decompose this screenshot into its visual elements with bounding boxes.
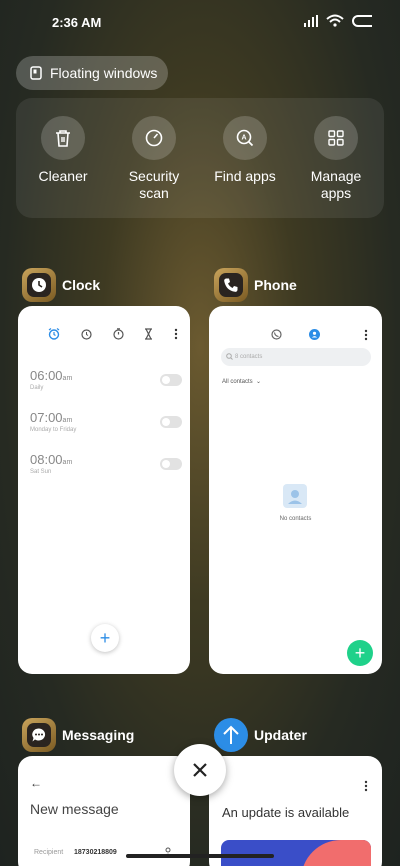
timer-icon[interactable] [144, 328, 153, 340]
recipient-label: Recipient [34, 849, 64, 856]
status-icons [304, 14, 374, 27]
search-app-icon: A [236, 129, 254, 147]
updater-app-name: Updater [254, 727, 307, 743]
floating-windows-label: Floating windows [50, 65, 158, 81]
battery-icon [352, 14, 372, 27]
alarm-toggle[interactable] [160, 458, 182, 470]
recipient-value: 18730218809 [74, 849, 117, 856]
phone-app-card[interactable]: 8 contacts All contacts ⌄ No contacts + [209, 306, 382, 674]
update-available-text: An update is available [222, 805, 350, 820]
clock-app-header[interactable]: Clock [22, 268, 100, 302]
plus-icon: + [99, 627, 111, 648]
phone-icon [224, 278, 238, 292]
message-icon [32, 728, 46, 742]
wifi-icon [326, 14, 344, 27]
alarm-ampm: am [62, 459, 73, 466]
cleaner-label: Cleaner [38, 168, 88, 184]
close-all-button[interactable] [174, 744, 226, 796]
trash-icon [56, 130, 70, 147]
recents-tab-icon[interactable] [271, 329, 282, 340]
security-scan-label: Security scan [128, 168, 180, 201]
chevron-down-icon: ⌄ [254, 379, 262, 385]
contacts-tab-icon[interactable] [309, 329, 320, 340]
alarm-toggle[interactable] [160, 416, 182, 428]
messaging-app-card[interactable]: ← New message Recipient 18730218809 [18, 756, 190, 866]
empty-contacts-text: No contacts [279, 516, 312, 522]
alarm-time: 06:00 [30, 368, 63, 383]
stopwatch-icon[interactable] [112, 328, 124, 340]
quick-actions-panel: Cleaner Security scan A Find apps Manage… [16, 98, 384, 218]
alarm-time: 08:00 [30, 452, 63, 467]
plus-icon: + [354, 642, 366, 663]
alarm-row[interactable]: 08:00am Sat Sun [30, 452, 182, 492]
more-options-icon[interactable] [364, 329, 368, 341]
alarm-time: 07:00 [30, 410, 63, 425]
add-contact-button[interactable]: + [347, 640, 373, 666]
alarm-ampm: am [62, 417, 73, 424]
manage-apps-label: Manage apps [310, 168, 362, 201]
alarm-repeat: Sat Sun [30, 469, 52, 475]
status-bar: 2:36 AM [0, 0, 400, 44]
security-scan-button[interactable]: Security scan [114, 116, 194, 202]
alarm-icon[interactable] [48, 328, 60, 340]
arrow-up-icon [223, 725, 239, 744]
phone-app-name: Phone [254, 277, 297, 293]
new-message-title: New message [30, 801, 119, 817]
navigation-handle[interactable] [126, 854, 274, 858]
updater-app-card[interactable]: An update is available [209, 756, 382, 866]
alarm-ampm: am [62, 375, 73, 382]
manage-apps-button[interactable]: Manage apps [296, 116, 376, 202]
status-time: 2:36 AM [52, 15, 102, 30]
alarm-row[interactable]: 06:00am Daily [30, 368, 182, 408]
contacts-filter-label: All contacts [222, 379, 253, 385]
search-placeholder: 8 contacts [235, 354, 263, 360]
update-banner-image [221, 840, 371, 866]
clock-tabs [48, 328, 178, 340]
messaging-app-header[interactable]: Messaging [22, 718, 134, 752]
alarm-toggle[interactable] [160, 374, 182, 386]
empty-contacts-icon [283, 484, 307, 508]
contacts-filter[interactable]: All contacts ⌄ [222, 378, 261, 385]
find-apps-button[interactable]: A Find apps [205, 116, 285, 185]
alarm-repeat: Monday to Friday [30, 427, 77, 433]
alarm-row[interactable]: 07:00am Monday to Friday [30, 410, 182, 450]
more-options-icon[interactable] [174, 328, 178, 340]
close-icon [193, 763, 207, 777]
alarm-repeat: Daily [30, 385, 44, 391]
clock-app-card[interactable]: 06:00am Daily 07:00am Monday to Friday 0… [18, 306, 190, 674]
gauge-icon [145, 129, 163, 147]
back-arrow-icon[interactable]: ← [30, 776, 42, 790]
more-options-icon[interactable] [364, 780, 368, 792]
clock-app-name: Clock [62, 277, 101, 293]
messaging-app-name: Messaging [62, 727, 135, 743]
floating-window-icon [30, 66, 42, 80]
signal-icon [304, 14, 318, 27]
find-apps-label: Find apps [214, 168, 276, 184]
clock-icon [32, 278, 46, 292]
updater-app-header[interactable]: Updater [214, 718, 307, 752]
add-alarm-button[interactable]: + [91, 624, 119, 652]
world-clock-icon[interactable] [81, 328, 92, 340]
grid-icon [328, 130, 344, 146]
cleaner-button[interactable]: Cleaner [23, 116, 103, 185]
phone-app-header[interactable]: Phone [214, 268, 297, 302]
floating-windows-button[interactable]: Floating windows [16, 56, 168, 90]
contacts-search-input[interactable]: 8 contacts [221, 348, 371, 366]
search-icon [226, 353, 233, 360]
svg-text:A: A [241, 135, 246, 142]
